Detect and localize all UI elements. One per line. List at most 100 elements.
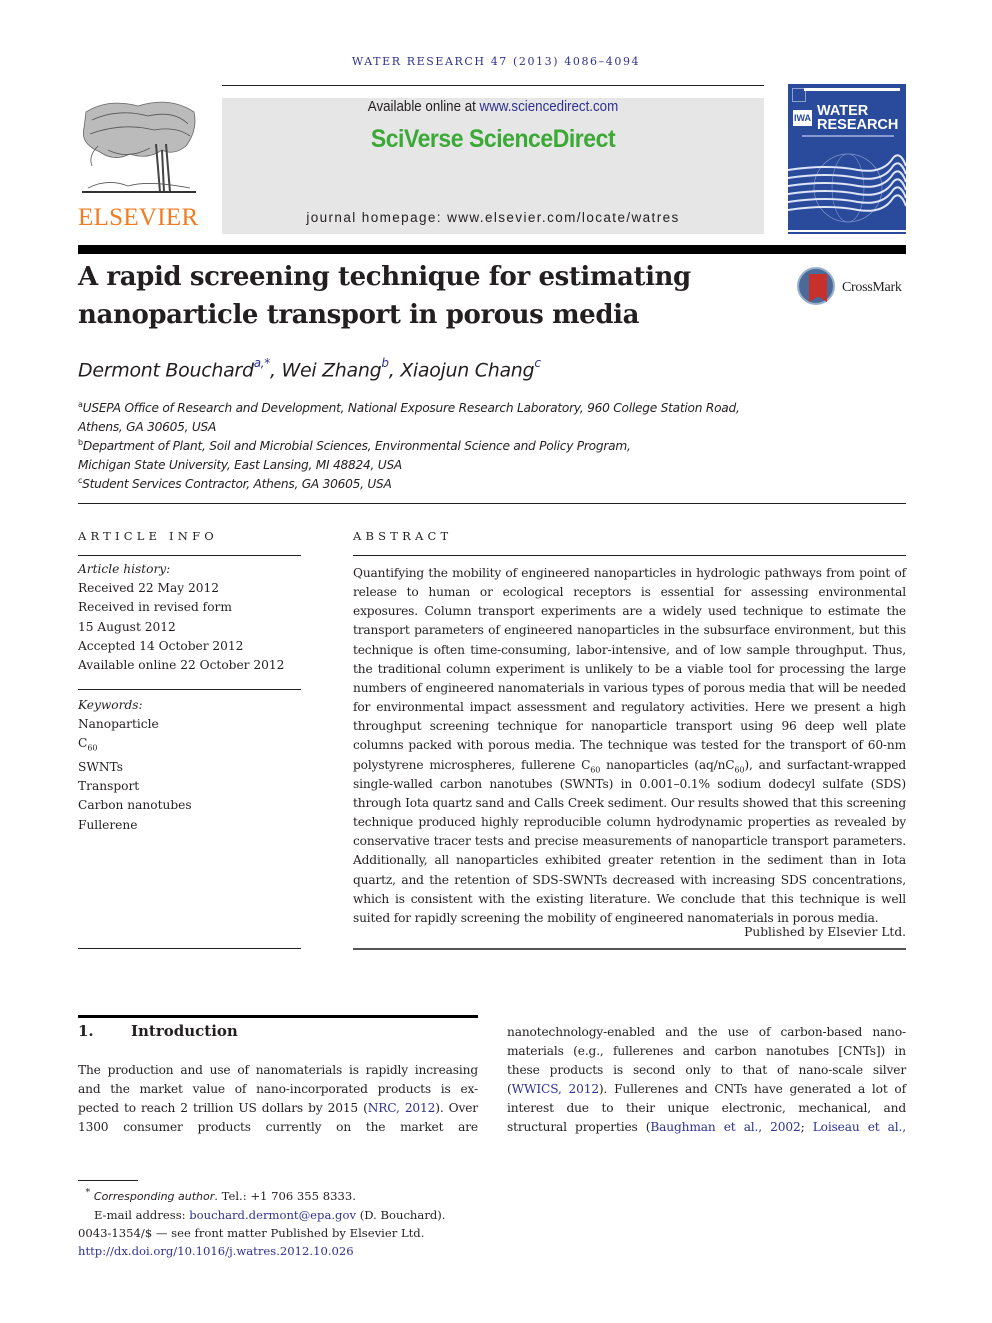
- cover-bar: [804, 88, 900, 91]
- author-marks[interactable]: c: [534, 356, 541, 370]
- article-info-heading: ARTICLE INFO: [78, 529, 218, 543]
- running-head: WATER RESEARCH 47 (2013) 4086–4094: [351, 55, 641, 68]
- section-heading-introduction: 1. Introduction: [78, 1022, 238, 1040]
- text-line: pected to reach 2 trillion US dollars by…: [78, 1099, 478, 1118]
- text-span: ). Over: [435, 1101, 478, 1116]
- sciencedirect-banner: Available online at www.sciencedirect.co…: [222, 98, 764, 234]
- journal-homepage[interactable]: journal homepage: www.elsevier.com/locat…: [222, 210, 764, 225]
- text-line: 1300 consumer products currently on the …: [78, 1120, 478, 1135]
- abstract-bottom-rule: [353, 948, 906, 950]
- affiliation-a: aUSEPA Office of Research and Developmen…: [78, 395, 740, 437]
- article-info-bottom-rule: [78, 948, 301, 949]
- keyword-item: C60: [78, 736, 98, 753]
- keyword-subscript: 60: [87, 743, 98, 753]
- citation-link[interactable]: WWICS, 2012: [512, 1082, 599, 1096]
- article-history: Article history: Received 22 May 2012 Re…: [78, 560, 301, 675]
- affiliation-line: USEPA Office of Research and Development…: [82, 401, 740, 416]
- cover-title: WATER RESEARCH: [817, 103, 899, 133]
- author-name[interactable]: Wei Zhang: [281, 359, 381, 381]
- abstract-rule: [353, 555, 906, 556]
- journal-cover[interactable]: IWA WATER RESEARCH: [788, 84, 906, 234]
- header-thick-rule: [78, 245, 906, 254]
- abstract-text: ), and surfactant-wrapped single-walled …: [353, 757, 906, 925]
- email-suffix: (D. Bouchard).: [356, 1207, 446, 1222]
- text-line: interest due to their unique electronic,…: [507, 1101, 906, 1116]
- cover-title-line1: WATER: [817, 103, 869, 119]
- article-info-rule: [78, 555, 301, 556]
- history-item: Received in revised form: [78, 600, 232, 615]
- history-item: 15 August 2012: [78, 619, 176, 634]
- header-rule: [222, 85, 764, 86]
- text-span: ). Fullerenes and CNTs have generated a …: [598, 1082, 906, 1097]
- email-label: E-mail address:: [94, 1207, 190, 1222]
- affiliation-c: cStudent Services Contractor, Athens, GA…: [78, 471, 392, 494]
- text-span: pected to reach 2 trillion US dollars by…: [78, 1101, 368, 1116]
- abstract-subscript: 60: [590, 765, 601, 774]
- keywords-label: Keywords:: [78, 698, 143, 712]
- doi-link[interactable]: http://dx.doi.org/10.1016/j.watres.2012.…: [78, 1244, 354, 1258]
- affiliation-rule: [78, 503, 906, 504]
- abstract-heading: ABSTRACT: [353, 529, 453, 543]
- cover-title-line2: RESEARCH: [817, 117, 899, 133]
- elsevier-logo[interactable]: ELSEVIER: [78, 100, 200, 235]
- footnote-rule: [78, 1180, 138, 1181]
- keywords-rule: [78, 689, 301, 690]
- affiliation-line: Department of Plant, Soil and Microbial …: [82, 439, 631, 454]
- keyword-item: Carbon nanotubes: [78, 798, 192, 813]
- author-name[interactable]: Xiaojun Chang: [400, 359, 534, 381]
- text-line: The production and use of nanomaterials …: [78, 1063, 478, 1077]
- author-marks[interactable]: a,*: [254, 356, 271, 370]
- text-span: ;: [800, 1120, 813, 1135]
- elsevier-tree-icon: [82, 101, 196, 193]
- keyword-item: SWNTs: [78, 760, 124, 775]
- text-line: these products is second only to that of…: [507, 1063, 906, 1078]
- iwa-logo-icon: IWA: [793, 110, 812, 126]
- available-online-label: Available online at: [367, 99, 480, 115]
- email-link[interactable]: bouchard.dermont@epa.gov: [189, 1208, 356, 1222]
- affiliation-b: bDepartment of Plant, Soil and Microbial…: [78, 433, 631, 475]
- abstract-subscript: 60: [734, 765, 745, 774]
- crossmark-button[interactable]: CrossMark: [797, 267, 912, 309]
- crossmark-icon: [797, 267, 835, 305]
- publisher-note: Published by Elsevier Ltd.: [744, 925, 906, 939]
- text-line: materials (e.g., fullerenes and carbon n…: [507, 1044, 906, 1059]
- footnote-star: *: [85, 1187, 91, 1198]
- abstract-text: nanoparticles (aq/nC: [600, 757, 735, 772]
- sciencedirect-link[interactable]: www.sciencedirect.com: [480, 99, 619, 115]
- citation-link[interactable]: Baughman et al., 2002: [650, 1120, 800, 1134]
- cover-waves-icon: [788, 153, 906, 232]
- keyword-item: Transport: [78, 779, 140, 794]
- author-marks[interactable]: b: [381, 356, 389, 370]
- sciverse-sciencedirect-brand[interactable]: SciVerse ScienceDirect: [244, 125, 743, 154]
- cover-subtitle: [802, 135, 894, 137]
- available-online: Available online at www.sciencedirect.co…: [244, 99, 743, 115]
- article-title: A rapid screening technique for estimati…: [78, 262, 691, 330]
- article-history-label: Article history:: [78, 562, 171, 576]
- telephone: . Tel.: +1 706 355 8333.: [214, 1188, 356, 1203]
- section-number: 1.: [78, 1022, 94, 1040]
- citation-link[interactable]: Loiseau et al.,: [813, 1120, 906, 1134]
- corresponding-author-note: * Corresponding author. Tel.: +1 706 355…: [78, 1184, 498, 1206]
- keyword-item: Nanoparticle: [78, 717, 159, 732]
- section-rule: [78, 1015, 478, 1018]
- abstract-text: Quantifying the mobility of engineered n…: [353, 566, 906, 772]
- author-name[interactable]: Dermont Bouchard: [78, 359, 254, 381]
- crossmark-ribbon-icon: [809, 274, 827, 302]
- text-line: and the market value of nano-incorporate…: [78, 1082, 478, 1097]
- footnotes: * Corresponding author. Tel.: +1 706 355…: [78, 1184, 498, 1260]
- crossmark-label: CrossMark: [842, 280, 902, 295]
- email-note: E-mail address: bouchard.dermont@epa.gov…: [78, 1206, 498, 1224]
- abstract-body: Quantifying the mobility of engineered n…: [353, 564, 906, 928]
- intro-left-column: The production and use of nanomaterials …: [78, 1061, 478, 1137]
- history-item: Available online 22 October 2012: [78, 658, 285, 673]
- text-line: structural properties (Baughman et al., …: [507, 1118, 906, 1137]
- history-item: Accepted 14 October 2012: [78, 638, 244, 653]
- citation-link[interactable]: NRC, 2012: [368, 1101, 436, 1115]
- keyword-item: Fullerene: [78, 817, 138, 832]
- affiliation-line: Student Services Contractor, Athens, GA …: [82, 477, 392, 492]
- text-line: nanotechnology-enabled and the use of ca…: [507, 1025, 906, 1039]
- issn-line: 0043-1354/$ — see front matter Published…: [78, 1225, 425, 1240]
- text-line: (WWICS, 2012). Fullerenes and CNTs have …: [507, 1080, 906, 1099]
- elsevier-wordmark: ELSEVIER: [78, 204, 199, 231]
- text-span: structural properties (: [507, 1120, 651, 1135]
